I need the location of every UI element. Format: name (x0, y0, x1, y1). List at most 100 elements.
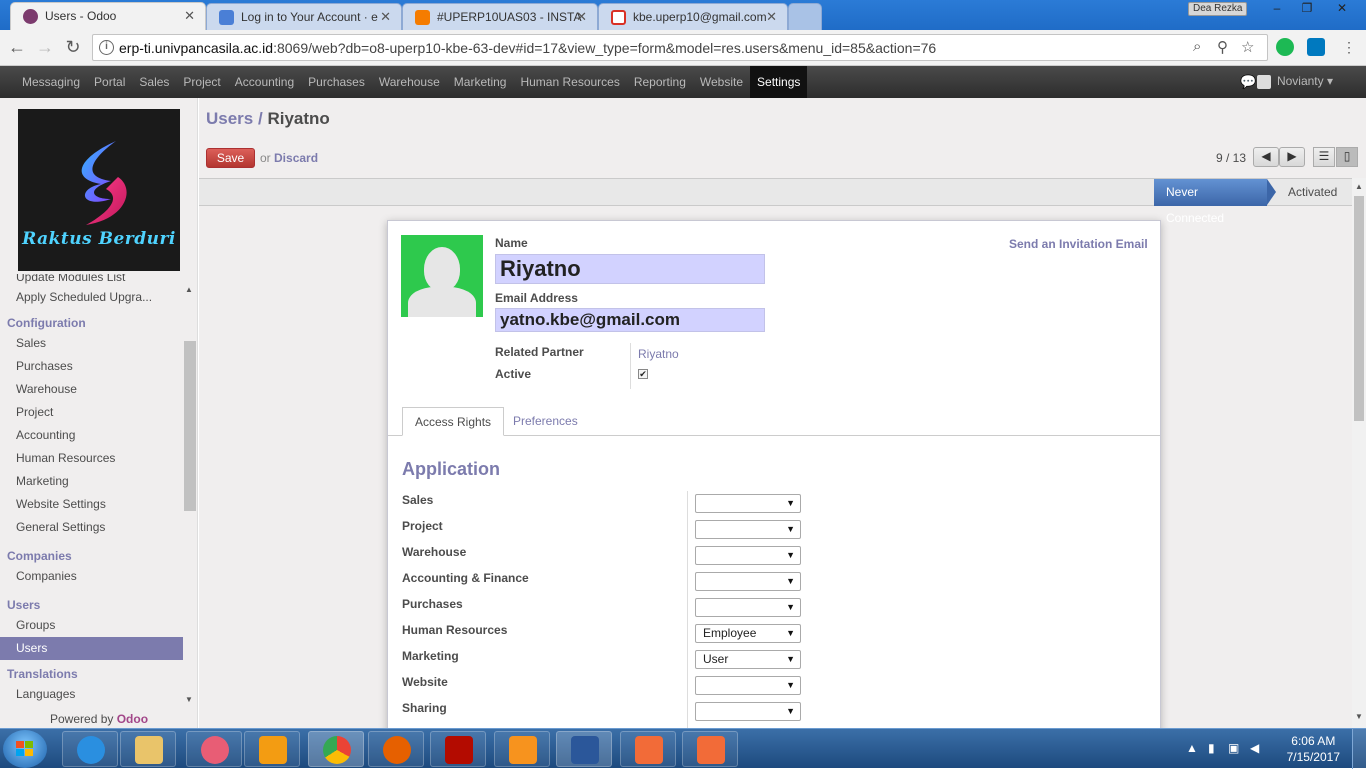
volume-icon[interactable]: ◀ (1250, 741, 1259, 755)
sidebar-item-update-modules[interactable]: Update Modules List (0, 274, 183, 286)
clock[interactable]: 6:06 AM 7/15/2017 (1287, 733, 1340, 765)
sidebar-scrollbar[interactable]: ▲ ▼ (184, 285, 196, 716)
app-select-human-resources[interactable]: Employee ▼ (695, 624, 801, 643)
sidebar-item-marketing[interactable]: Marketing (0, 470, 183, 493)
app-select-accounting[interactable]: ▼ (695, 572, 801, 591)
app-select-sharing[interactable]: ▼ (695, 702, 801, 721)
sidebar-item-project[interactable]: Project (0, 401, 183, 424)
app-select-warehouse[interactable]: ▼ (695, 546, 801, 565)
network-icon[interactable]: ▮ (1208, 741, 1215, 755)
form-view-button[interactable]: ▯ (1336, 147, 1358, 167)
breadcrumb-users-link[interactable]: Users (206, 109, 253, 128)
sidebar-item-website-settings[interactable]: Website Settings (0, 493, 183, 516)
sidebar-item-general-settings[interactable]: General Settings (0, 516, 183, 539)
taskbar-word[interactable] (556, 731, 612, 767)
app-select-website[interactable]: ▼ (695, 676, 801, 695)
browser-tab-odoo[interactable]: Users - Odoo ✕ (10, 2, 206, 30)
company-logo[interactable]: Raktus Berduri (18, 109, 180, 271)
taskbar-camera-app[interactable] (682, 731, 738, 767)
scroll-up-icon[interactable]: ▲ (1355, 182, 1363, 191)
scrollbar-thumb[interactable] (1354, 196, 1364, 421)
close-icon[interactable]: ✕ (184, 8, 195, 24)
taskbar-internet-explorer[interactable] (62, 731, 118, 767)
browser-tab-gmail[interactable]: kbe.uperp10@gmail.com ✕ (598, 3, 788, 30)
trello-extension-icon[interactable] (1307, 38, 1325, 56)
related-partner-value[interactable]: Riyatno (638, 347, 679, 361)
scrollbar-thumb[interactable] (184, 341, 196, 511)
info-icon[interactable]: i (99, 40, 114, 55)
tab-preferences[interactable]: Preferences (501, 407, 590, 436)
start-button[interactable] (3, 730, 47, 768)
sidebar-item-warehouse[interactable]: Warehouse (0, 378, 183, 401)
address-bar[interactable]: i erp-ti.univpancasila.ac.id:8069/web?db… (92, 34, 1268, 61)
app-select-marketing[interactable]: User ▼ (695, 650, 801, 669)
sidebar-item-companies[interactable]: Companies (0, 565, 183, 588)
sidebar-section-users[interactable]: Users (0, 591, 183, 614)
menu-website[interactable]: Website (693, 66, 750, 98)
discard-button[interactable]: Discard (274, 151, 318, 165)
status-activated[interactable]: Activated (1276, 179, 1349, 206)
status-never-connected[interactable]: Never Connected (1154, 179, 1276, 225)
pin-icon[interactable]: ⚲ (1217, 38, 1228, 56)
app-select-sales[interactable]: ▼ (695, 494, 801, 513)
window-user-badge[interactable]: Dea Rezka (1188, 2, 1248, 16)
sidebar-item-sales[interactable]: Sales (0, 332, 183, 355)
zoom-icon[interactable]: ⌕ (1193, 38, 1201, 55)
show-desktop-button[interactable] (1352, 729, 1366, 769)
menu-accounting[interactable]: Accounting (228, 66, 301, 98)
new-tab-button[interactable] (788, 3, 822, 30)
user-menu[interactable]: Novianty ▾ (1256, 66, 1333, 96)
menu-project[interactable]: Project (176, 66, 227, 98)
sidebar-item-accounting[interactable]: Accounting (0, 424, 183, 447)
active-checkbox[interactable]: ✔ (638, 369, 648, 379)
send-invitation-link[interactable]: Send an Invitation Email (1009, 237, 1148, 251)
tab-access-rights[interactable]: Access Rights (402, 407, 505, 436)
taskbar-snipping-tool[interactable] (186, 731, 242, 767)
sidebar-section-translations[interactable]: Translations (0, 660, 183, 683)
bookmark-star-icon[interactable]: ☆ (1241, 38, 1254, 56)
taskbar-firefox[interactable] (368, 731, 424, 767)
sidebar-item-groups[interactable]: Groups (0, 614, 183, 637)
hangouts-extension-icon[interactable] (1276, 38, 1294, 56)
menu-marketing[interactable]: Marketing (447, 66, 514, 98)
taskbar-package-app[interactable] (494, 731, 550, 767)
main-scrollbar[interactable]: ▲ ▼ (1352, 178, 1366, 728)
device-icon[interactable]: ▣ (1228, 741, 1239, 755)
menu-portal[interactable]: Portal (87, 66, 132, 98)
taskbar-media-player[interactable] (244, 731, 300, 767)
close-icon[interactable]: ✕ (766, 9, 777, 25)
sidebar-section-configuration[interactable]: Configuration (0, 309, 183, 332)
forward-button[interactable]: → (34, 37, 56, 59)
taskbar-chrome[interactable] (308, 731, 364, 767)
taskbar-acrobat[interactable] (430, 731, 486, 767)
list-view-button[interactable]: ☰ (1313, 147, 1335, 167)
scroll-down-icon[interactable]: ▼ (1355, 712, 1363, 721)
sidebar-item-users[interactable]: Users (0, 637, 183, 660)
maximize-button[interactable]: ❐ (1292, 0, 1322, 18)
taskbar-photo-app[interactable] (620, 731, 676, 767)
scroll-up-icon[interactable]: ▲ (185, 285, 193, 294)
menu-messaging[interactable]: Messaging (15, 66, 87, 98)
window-close-button[interactable]: ✕ (1324, 0, 1360, 18)
menu-sales[interactable]: Sales (132, 66, 176, 98)
chrome-menu-icon[interactable]: ⋮ (1338, 37, 1360, 59)
tray-expand-icon[interactable]: ▲ (1186, 741, 1198, 755)
taskbar-file-explorer[interactable] (120, 731, 176, 767)
menu-settings[interactable]: Settings (750, 66, 808, 98)
chat-icon[interactable]: 💬 (1240, 74, 1256, 90)
next-record-button[interactable]: ▶ (1279, 147, 1305, 167)
powered-by[interactable]: Powered by Odoo (50, 712, 148, 726)
app-select-project[interactable]: ▼ (695, 520, 801, 539)
browser-tab-login[interactable]: Log in to Your Account · e ✕ (206, 3, 402, 30)
sidebar-item-languages[interactable]: Languages (0, 683, 183, 706)
name-input[interactable]: Riyatno (495, 254, 765, 284)
save-button[interactable]: Save (206, 148, 255, 168)
minimize-button[interactable]: – (1262, 0, 1292, 18)
menu-human-resources[interactable]: Human Resources (513, 66, 626, 98)
sidebar-item-human-resources[interactable]: Human Resources (0, 447, 183, 470)
back-button[interactable]: ← (6, 37, 28, 59)
sidebar-item-purchases[interactable]: Purchases (0, 355, 183, 378)
menu-reporting[interactable]: Reporting (627, 66, 693, 98)
email-input[interactable]: yatno.kbe@gmail.com (495, 308, 765, 332)
user-photo[interactable] (401, 235, 483, 317)
